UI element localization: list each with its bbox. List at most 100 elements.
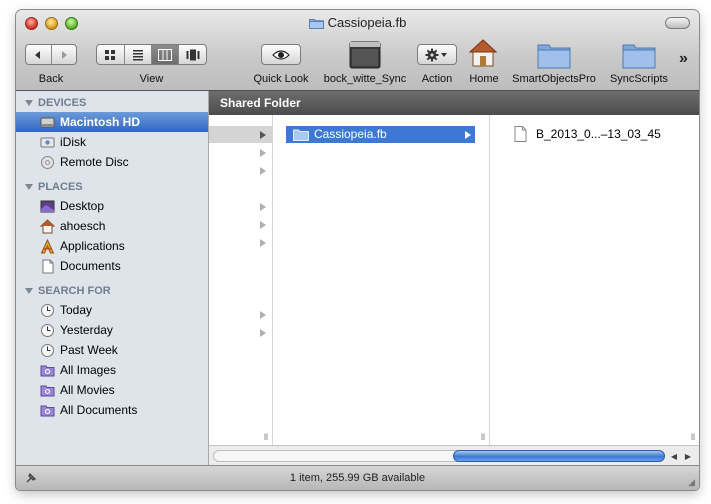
- sidebar-item-today[interactable]: Today: [16, 300, 208, 320]
- forward-arrow-icon: [61, 50, 67, 59]
- sidebar-item-label: All Images: [60, 363, 117, 377]
- scroll-left-button[interactable]: ◀: [667, 448, 681, 464]
- toolbar: Cassiopeia.fb Back View Quick Look bock_…: [16, 10, 699, 91]
- scroll-right-button[interactable]: ▶: [681, 448, 695, 464]
- chevron-right-icon: [260, 167, 266, 175]
- smartobjectspro-item[interactable]: [537, 41, 571, 72]
- toolbar-overflow-button[interactable]: »: [679, 50, 688, 68]
- smart-folder-icon: [40, 363, 55, 378]
- smart-folder-icon: [40, 383, 55, 398]
- syncscripts-item[interactable]: [622, 41, 656, 72]
- quicklook-button[interactable]: [261, 44, 301, 65]
- disclosure-triangle-icon: [25, 183, 33, 190]
- sidebar-item-macintosh-hd[interactable]: Macintosh HD: [16, 112, 208, 132]
- sidebar-item-idisk[interactable]: iDisk: [16, 132, 208, 152]
- sidebar-item-all-images[interactable]: All Images: [16, 360, 208, 380]
- applications-icon: [40, 238, 55, 254]
- quicklook-label: Quick Look: [253, 73, 309, 85]
- back-forward-control: [25, 44, 77, 65]
- bock-witte-sync-item[interactable]: [349, 41, 381, 72]
- browser-column-2[interactable]: Cassiopeia.fb ll: [286, 115, 490, 445]
- browser-column-3[interactable]: B_2013_0...–13_03_45 ll: [506, 115, 699, 445]
- chevron-right-icon: [260, 329, 266, 337]
- syncscripts-label: SyncScripts: [609, 73, 669, 85]
- pin-icon[interactable]: [24, 471, 38, 488]
- sidebar-item-label: Macintosh HD: [60, 115, 141, 129]
- back-arrow-icon: [35, 50, 41, 59]
- clock-icon: [40, 323, 55, 338]
- path-header: Shared Folder: [209, 91, 699, 115]
- sidebar-item-label: Applications: [60, 239, 125, 253]
- back-label: Back: [38, 73, 64, 85]
- back-button[interactable]: [26, 45, 52, 64]
- sidebar-item-remote-disc[interactable]: Remote Disc: [16, 152, 208, 172]
- home-icon: [468, 39, 498, 67]
- scroll-thumb[interactable]: [453, 450, 665, 462]
- column-resize-handle[interactable]: ll: [264, 432, 268, 442]
- sidebar-item-past-week[interactable]: Past Week: [16, 340, 208, 360]
- finder-window: Cassiopeia.fb Back View Quick Look bock_…: [16, 10, 699, 490]
- sidebar-item-applications[interactable]: Applications: [16, 236, 208, 256]
- chevron-right-icon: [260, 311, 266, 319]
- sidebar: DEVICES Macintosh HD iDisk Remote Disc P…: [16, 91, 209, 465]
- sidebar-item-label: ahoesch: [60, 219, 106, 233]
- chevron-right-icon: [260, 221, 266, 229]
- sidebar-item-label: iDisk: [60, 135, 86, 149]
- sidebar-item-all-documents[interactable]: All Documents: [16, 400, 208, 420]
- sidebar-item-ahoesch[interactable]: ahoesch: [16, 216, 208, 236]
- smartobjectspro-label: SmartObjectsPro: [512, 73, 596, 85]
- section-header-label: DEVICES: [38, 96, 87, 109]
- coverflow-view-button[interactable]: [179, 45, 206, 64]
- sidebar-item-documents[interactable]: Documents: [16, 256, 208, 276]
- hard-drive-icon: [40, 115, 55, 130]
- sidebar-item-label: All Movies: [60, 383, 115, 397]
- column-resize-handle[interactable]: ll: [691, 432, 695, 442]
- sidebar-section-search-for[interactable]: SEARCH FOR: [16, 281, 208, 300]
- idisk-icon: [40, 135, 55, 150]
- column-view-button[interactable]: [151, 45, 180, 64]
- folder-icon: [537, 44, 571, 69]
- sidebar-item-yesterday[interactable]: Yesterday: [16, 320, 208, 340]
- disclosure-triangle-icon: [25, 287, 33, 294]
- toolbar-toggle-button[interactable]: [665, 17, 690, 29]
- chevron-right-icon: [260, 203, 266, 211]
- gear-icon: [425, 48, 447, 61]
- browser-column-1[interactable]: ll: [209, 115, 273, 445]
- coverflow-view-icon: [186, 49, 200, 60]
- bock-witte-sync-label: bock_witte_Sync: [323, 73, 407, 85]
- list-view-icon: [132, 49, 143, 60]
- home-label: Home: [469, 73, 499, 85]
- column-3-item-label[interactable]: B_2013_0...–13_03_45: [536, 127, 661, 141]
- sidebar-item-label: Past Week: [60, 343, 118, 357]
- folder-icon: [293, 128, 309, 144]
- chevron-right-icon: [260, 239, 266, 247]
- terminal-script-icon: [349, 41, 381, 69]
- sidebar-item-label: All Documents: [60, 403, 138, 417]
- home-icon: [40, 218, 55, 234]
- status-bar: 1 item, 255.99 GB available ◢: [16, 465, 699, 490]
- home-item[interactable]: [468, 38, 498, 71]
- sidebar-section-devices[interactable]: DEVICES: [16, 93, 208, 112]
- sidebar-item-desktop[interactable]: Desktop: [16, 196, 208, 216]
- resize-grip-icon[interactable]: ◢: [688, 477, 695, 488]
- status-text: 1 item, 255.99 GB available: [289, 472, 426, 484]
- sidebar-section-places[interactable]: PLACES: [16, 177, 208, 196]
- chevron-right-icon: [260, 149, 266, 157]
- sidebar-item-all-movies[interactable]: All Movies: [16, 380, 208, 400]
- sidebar-item-label: Yesterday: [60, 323, 113, 337]
- column-resize-handle[interactable]: ll: [481, 432, 485, 442]
- view-label: View: [139, 73, 164, 85]
- forward-button[interactable]: [52, 45, 77, 64]
- sidebar-item-label: Today: [60, 303, 93, 317]
- list-view-button[interactable]: [125, 45, 152, 64]
- view-control: [96, 44, 207, 65]
- action-button[interactable]: [417, 44, 457, 65]
- column-browser: ll Cassiopeia.fb ll B_2013_0...–13_03_45…: [209, 115, 699, 445]
- clock-icon: [40, 303, 55, 318]
- desktop-icon: [40, 199, 55, 214]
- horizontal-scrollbar[interactable]: ◀ ▶: [209, 445, 699, 465]
- icon-view-icon: [105, 49, 116, 60]
- icon-view-button[interactable]: [97, 45, 125, 64]
- window-title: Cassiopeia.fb: [327, 15, 407, 30]
- disclosure-triangle-icon: [25, 99, 33, 106]
